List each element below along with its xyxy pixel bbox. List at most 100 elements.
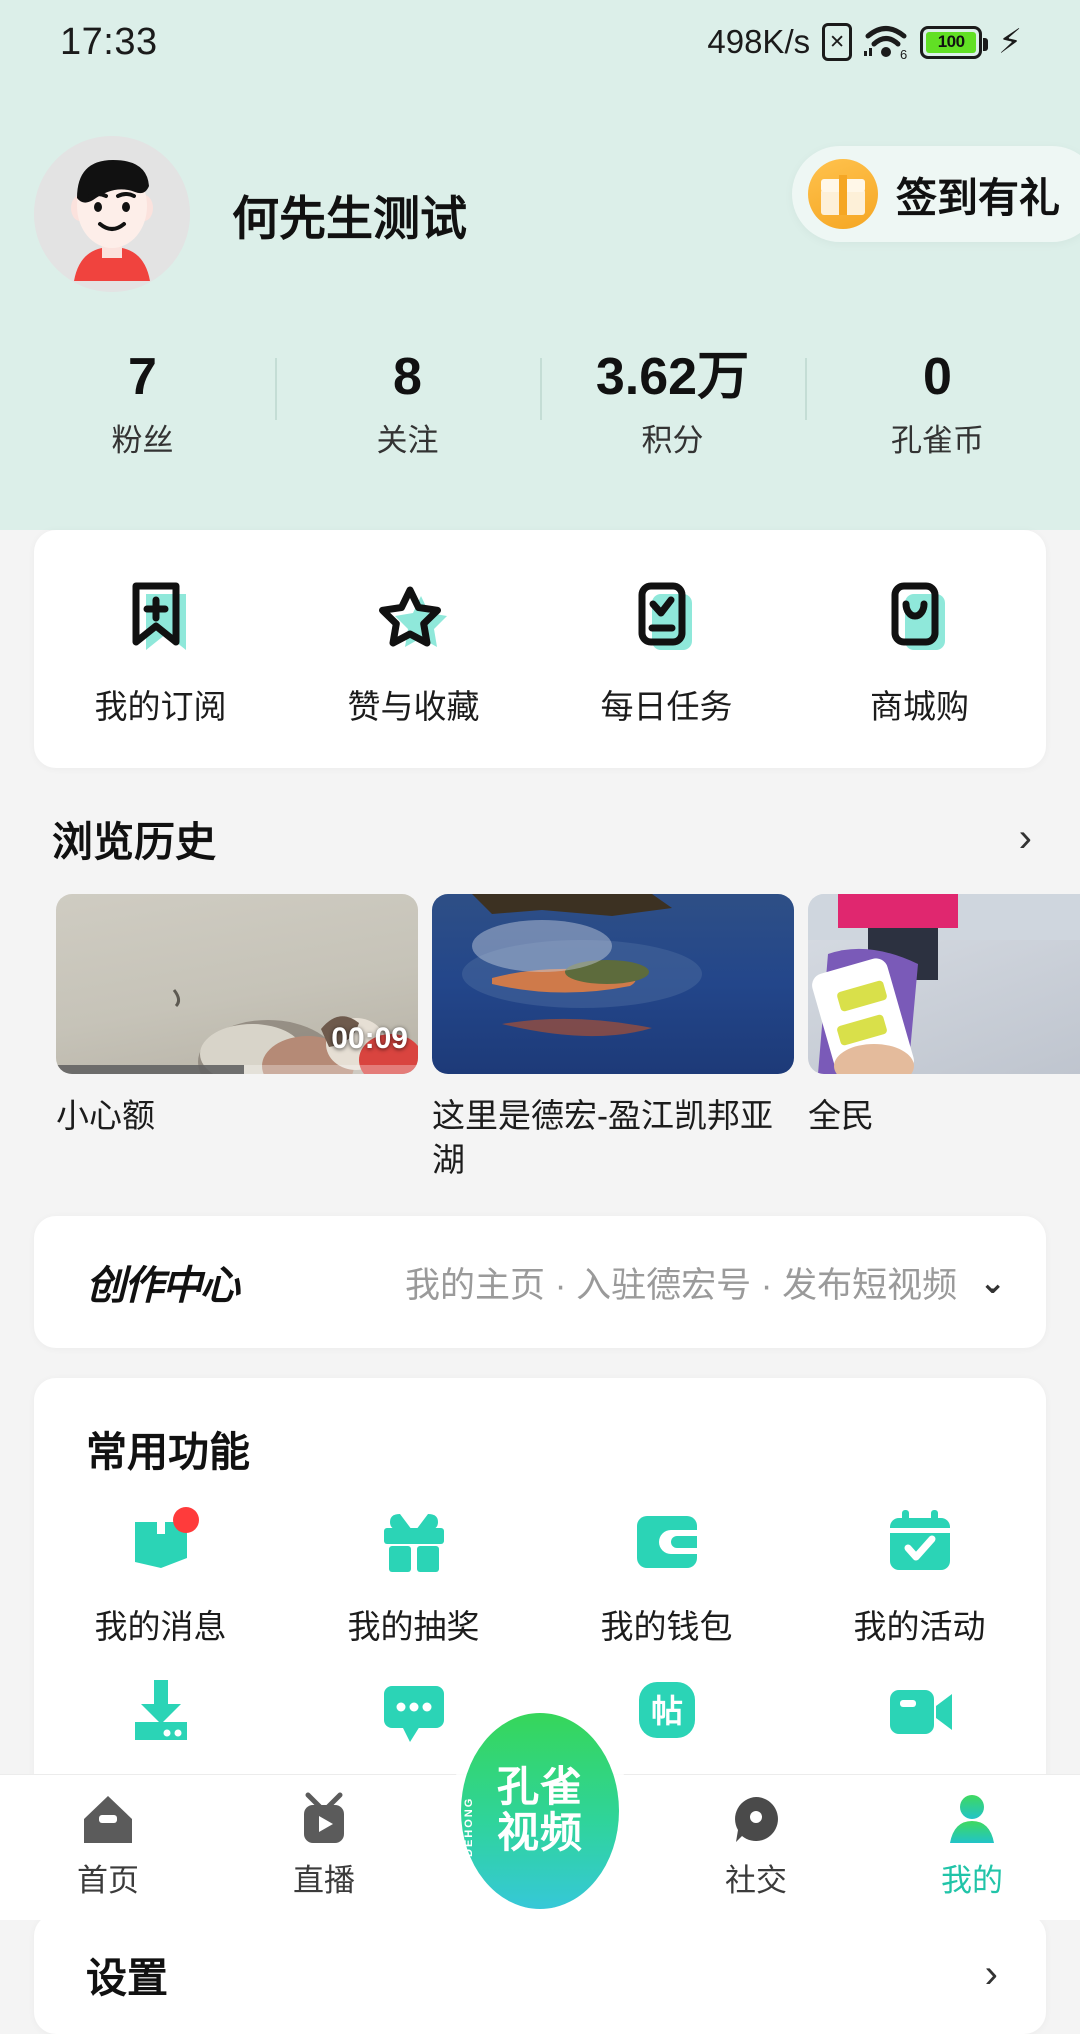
comment-icon — [376, 1674, 452, 1750]
history-item-title: 全民 — [808, 1097, 874, 1134]
stat-value: 7 — [128, 348, 157, 406]
chevron-right-icon[interactable]: › — [985, 1954, 998, 1994]
tab-social[interactable]: 社交 — [648, 1791, 864, 1900]
stat-label: 关注 — [376, 422, 439, 458]
lightning-bolt-icon: ⚡ — [998, 23, 1022, 61]
function-label: 我的抽奖 — [347, 1608, 480, 1646]
tab-home[interactable]: 首页 — [0, 1791, 216, 1900]
live-tv-icon — [296, 1791, 352, 1847]
quick-action-shop[interactable]: 商城购 — [793, 578, 1046, 728]
history-item-title: 小心额 — [56, 1097, 155, 1134]
logo-line1: 孔雀 — [496, 1762, 583, 1810]
chevron-down-icon[interactable]: ⌄ — [979, 1263, 1006, 1301]
function-label: 我的活动 — [853, 1608, 986, 1646]
quick-action-label: 商城购 — [870, 688, 969, 725]
function-my-wallet[interactable]: 我的钱包 — [540, 1504, 793, 1648]
status-indicators: 498K/s ✕ 6 100 ⚡ — [707, 23, 1022, 61]
stat-value: 8 — [393, 348, 422, 406]
task-check-icon — [630, 578, 704, 658]
stat-value: 3.62万 — [595, 348, 750, 406]
stat-coins[interactable]: 0 孔雀币 — [805, 350, 1070, 460]
stat-fans[interactable]: 7 粉丝 — [10, 350, 275, 460]
checkin-label: 签到有礼 — [896, 175, 1060, 221]
stat-following[interactable]: 8 关注 — [275, 350, 540, 460]
peacock-video-logo[interactable]: 孔雀 视频 DEHONG — [461, 1713, 619, 1909]
tab-label: 直播 — [293, 1863, 355, 1898]
history-item[interactable]: 这里是德宏-盈江凯邦亚湖 — [432, 894, 794, 1182]
logo-line2: 视频 — [496, 1808, 583, 1856]
watch-progress-bar — [56, 1065, 418, 1074]
calendar-check-icon — [882, 1504, 958, 1580]
stat-points[interactable]: 3.62万 积分 — [540, 350, 805, 460]
video-duration: 00:09 — [331, 1022, 408, 1055]
tab-profile[interactable]: 我的 — [864, 1791, 1080, 1900]
settings-row[interactable]: 设置 › — [34, 1914, 1046, 2034]
quick-actions-row: 我的订阅 赞与收藏 每日任务 商城购 — [34, 530, 1046, 768]
history-title: 浏览历史 — [52, 819, 216, 865]
history-header[interactable]: 浏览历史 › — [0, 768, 1080, 894]
function-label: 我的钱包 — [600, 1608, 733, 1646]
video-thumbnail[interactable] — [432, 894, 794, 1074]
status-time: 17:33 — [60, 20, 158, 63]
creator-center-subtitle: 我的主页 · 入驻德宏号 · 发布短视频 — [404, 1265, 958, 1305]
tab-label: 首页 — [77, 1863, 139, 1898]
wifi-6-icon: 6 — [864, 23, 908, 61]
bottom-tab-bar: 首页 直播 孔雀 视频 DEHONG 社交 我的 — [0, 1713, 1080, 1920]
creator-center-bar[interactable]: 创作中心 我的主页 · 入驻德宏号 · 发布短视频 ⌄ — [34, 1216, 1046, 1349]
quick-action-likes-favorites[interactable]: 赞与收藏 — [287, 578, 540, 728]
history-item[interactable]: 00:09 小心额 — [56, 894, 418, 1182]
avatar[interactable] — [34, 136, 190, 292]
message-icon — [123, 1504, 199, 1580]
gift-icon — [376, 1504, 452, 1580]
chevron-right-icon[interactable]: › — [1019, 818, 1032, 858]
download-icon — [123, 1674, 199, 1750]
wallet-icon — [629, 1504, 705, 1580]
tab-live[interactable]: 直播 — [216, 1791, 432, 1900]
quick-action-subscriptions[interactable]: 我的订阅 — [34, 578, 287, 728]
function-my-messages[interactable]: 我的消息 — [34, 1504, 287, 1648]
stat-label: 孔雀币 — [891, 422, 984, 458]
quick-action-label: 赞与收藏 — [347, 688, 480, 725]
function-label: 我的消息 — [94, 1608, 227, 1646]
stat-label: 积分 — [641, 422, 704, 458]
common-functions-title: 常用功能 — [86, 1429, 250, 1476]
status-bar: 17:33 498K/s ✕ 6 100 ⚡ — [0, 0, 1080, 84]
logo-subtext: DEHONG — [463, 1796, 475, 1857]
gift-coin-icon — [808, 159, 878, 229]
quick-action-label: 我的订阅 — [94, 688, 227, 725]
tab-label: 社交 — [725, 1863, 787, 1898]
quick-action-label: 每日任务 — [600, 688, 733, 725]
svg-text:6: 6 — [900, 47, 907, 61]
video-camera-icon — [882, 1674, 958, 1750]
video-thumbnail[interactable]: 00:09 — [56, 894, 418, 1074]
sim-card-off-icon: ✕ — [822, 23, 853, 61]
tab-label: 我的 — [941, 1863, 1003, 1898]
stats-row: 7 粉丝 8 关注 3.62万 积分 0 孔雀币 — [0, 350, 1080, 460]
video-thumbnail[interactable] — [808, 894, 1080, 1074]
settings-label: 设置 — [86, 1955, 168, 2002]
history-item-title: 这里是德宏-盈江凯邦亚湖 — [432, 1097, 773, 1179]
quick-action-daily-task[interactable]: 每日任务 — [540, 578, 793, 728]
home-icon — [80, 1791, 136, 1847]
social-icon — [728, 1791, 784, 1847]
star-icon — [377, 578, 451, 658]
stat-value: 0 — [923, 348, 952, 406]
checkin-button[interactable]: 签到有礼 — [792, 146, 1080, 242]
shop-smile-icon — [883, 578, 957, 658]
function-my-activities[interactable]: 我的活动 — [793, 1504, 1046, 1648]
creator-center-subtitle-wrap[interactable]: 我的主页 · 入驻德宏号 · 发布短视频 ⌄ — [405, 1257, 1006, 1308]
battery-icon: 100 — [920, 25, 989, 59]
function-my-lottery[interactable]: 我的抽奖 — [287, 1504, 540, 1648]
history-section: 浏览历史 › 00:09 小心额 这里是德宏-盈江凯邦亚湖 全民 — [0, 768, 1080, 1182]
battery-level: 100 — [926, 31, 977, 53]
history-item[interactable]: 全民 — [808, 894, 1080, 1182]
history-list[interactable]: 00:09 小心额 这里是德宏-盈江凯邦亚湖 全民 — [0, 894, 1080, 1182]
profile-icon — [944, 1791, 1000, 1847]
post-icon: 帖 — [629, 1674, 705, 1750]
creator-center-logo: 创作中心 — [76, 1253, 240, 1311]
quick-actions-card: 我的订阅 赞与收藏 每日任务 商城购 — [34, 530, 1046, 768]
username: 何先生测试 — [232, 191, 467, 245]
svg-text:帖: 帖 — [650, 1693, 682, 1729]
stat-label: 粉丝 — [111, 422, 174, 458]
network-speed: 498K/s — [707, 23, 811, 60]
